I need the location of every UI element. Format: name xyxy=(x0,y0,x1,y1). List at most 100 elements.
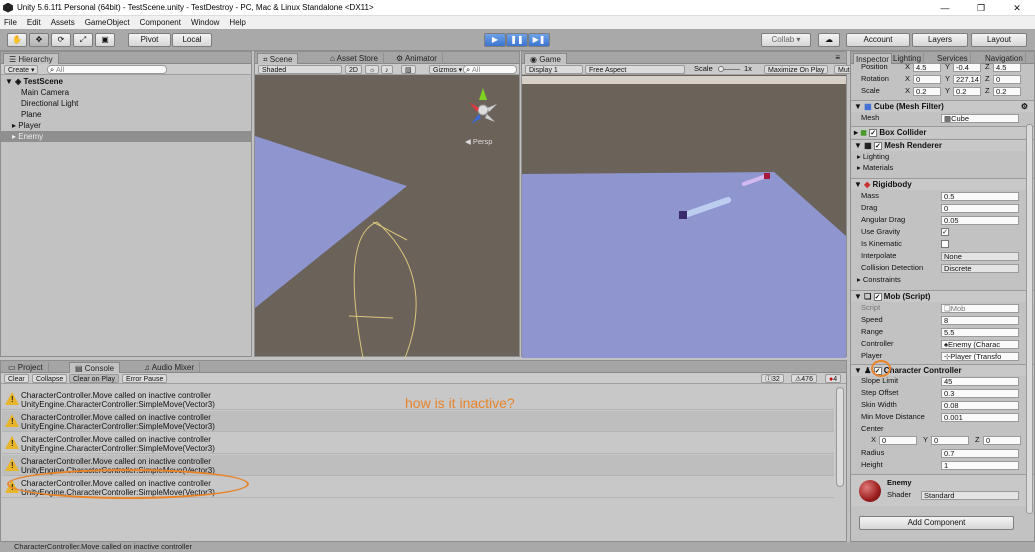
skin-width-field[interactable]: 0.08 xyxy=(941,401,1019,410)
tab-console[interactable]: ▤ Console xyxy=(69,362,121,373)
constraints-foldout[interactable]: ▸ Constraints xyxy=(857,275,901,285)
rotation-y-field[interactable]: 227.14 xyxy=(953,75,981,84)
clear-on-play-toggle[interactable]: Clear on Play xyxy=(69,374,120,383)
mass-field[interactable]: 0.5 xyxy=(941,192,1019,201)
center-x-field[interactable]: 0 xyxy=(879,436,917,445)
clear-button[interactable]: Clear xyxy=(4,374,29,383)
scene-search-input[interactable]: ⌕ All xyxy=(463,65,517,74)
maximize-on-play-toggle[interactable]: Maximize On Play xyxy=(764,65,829,74)
audio-toggle-icon[interactable]: ♪ xyxy=(381,65,393,74)
display-dropdown[interactable]: Display 1 xyxy=(525,65,583,74)
scale-tool-icon[interactable]: ⤢ xyxy=(73,33,93,47)
box-collider-header[interactable]: ▸ ◼ ✓ Box Collider xyxy=(851,126,1034,138)
tab-audio-mixer[interactable]: ♫ Audio Mixer xyxy=(139,362,201,373)
radius-field[interactable]: 0.7 xyxy=(941,449,1019,458)
error-count-toggle[interactable]: ●4 xyxy=(825,374,842,383)
gizmos-dropdown[interactable]: Gizmos ▾ xyxy=(429,65,467,74)
materials-foldout[interactable]: ▸ Materials xyxy=(857,163,893,173)
info-count-toggle[interactable]: ⓘ32 xyxy=(761,374,784,383)
move-tool-icon[interactable]: ✥ xyxy=(29,33,49,47)
rotation-z-field[interactable]: 0 xyxy=(993,75,1021,84)
play-button[interactable]: ▶ xyxy=(484,33,506,47)
range-field[interactable]: 5.5 xyxy=(941,328,1019,337)
mesh-renderer-enabled-checkbox[interactable]: ✓ xyxy=(873,141,882,150)
close-button[interactable]: ✕ xyxy=(999,0,1035,16)
step-button[interactable]: ▶❚ xyxy=(528,33,550,47)
center-y-field[interactable]: 0 xyxy=(931,436,969,445)
warning-count-toggle[interactable]: ⚠476 xyxy=(791,374,817,383)
error-pause-toggle[interactable]: Error Pause xyxy=(122,374,168,383)
rotate-tool-icon[interactable]: ⟳ xyxy=(51,33,71,47)
tab-asset-store[interactable]: ⌂ Asset Store xyxy=(325,53,384,64)
menu-assets[interactable]: Assets xyxy=(51,18,75,27)
shading-mode-dropdown[interactable]: Shaded xyxy=(258,65,342,74)
lighting-foldout[interactable]: ▸ Lighting xyxy=(857,152,889,162)
step-offset-field[interactable]: 0.3 xyxy=(941,389,1019,398)
hierarchy-search-input[interactable]: ⌕ All xyxy=(47,65,167,74)
menu-component[interactable]: Component xyxy=(140,18,181,27)
scale-z-field[interactable]: 0.2 xyxy=(993,87,1021,96)
player-field[interactable]: ⊹Player (Transfo xyxy=(941,352,1019,361)
log-row[interactable]: CharacterController.Move called on inact… xyxy=(2,411,834,432)
interpolate-dropdown[interactable]: None xyxy=(941,252,1019,261)
scale-y-field[interactable]: 0.2 xyxy=(953,87,981,96)
rect-tool-icon[interactable]: ▣ xyxy=(95,33,115,47)
menu-help[interactable]: Help xyxy=(229,18,245,27)
position-x-field[interactable]: 4.5 xyxy=(913,63,941,72)
mesh-field[interactable]: ▦Cube xyxy=(941,114,1019,123)
panel-menu-icon[interactable]: ≡ xyxy=(835,53,840,62)
layers-dropdown[interactable]: Layers xyxy=(912,33,968,47)
collapse-toggle[interactable]: Collapse xyxy=(32,374,68,383)
hierarchy-item-player[interactable]: ▸ Player xyxy=(1,120,251,131)
mesh-filter-header[interactable]: ▼ ▦ Cube (Mesh Filter) ⚙ xyxy=(851,100,1034,112)
drag-field[interactable]: 0 xyxy=(941,204,1019,213)
hierarchy-item-main-camera[interactable]: Main Camera xyxy=(1,87,251,98)
game-viewport[interactable] xyxy=(522,76,846,358)
center-z-field[interactable]: 0 xyxy=(983,436,1021,445)
menu-edit[interactable]: Edit xyxy=(27,18,41,27)
inspector-scrollbar[interactable] xyxy=(1026,124,1033,514)
effects-toggle-icon[interactable]: ▨ xyxy=(401,65,416,74)
rotation-x-field[interactable]: 0 xyxy=(913,75,941,84)
angular-drag-field[interactable]: 0.05 xyxy=(941,216,1019,225)
min-move-distance-field[interactable]: 0.001 xyxy=(941,413,1019,422)
hierarchy-item-enemy[interactable]: ▸ Enemy xyxy=(1,131,251,142)
local-button[interactable]: Local xyxy=(172,33,212,47)
is-kinematic-checkbox[interactable] xyxy=(941,240,949,248)
collab-button[interactable]: Collab ▾ xyxy=(761,33,811,47)
mesh-renderer-header[interactable]: ▼ ▦ ✓ Mesh Renderer xyxy=(851,139,1034,151)
layout-dropdown[interactable]: Layout xyxy=(971,33,1027,47)
mob-script-enabled-checkbox[interactable]: ✓ xyxy=(873,292,882,301)
hierarchy-item-directional-light[interactable]: Directional Light xyxy=(1,98,251,109)
component-settings-icon[interactable]: ⚙ xyxy=(1021,101,1028,112)
create-button[interactable]: Create ▾ xyxy=(4,65,39,74)
cloud-icon[interactable]: ☁ xyxy=(818,33,840,47)
menu-file[interactable]: File xyxy=(4,18,17,27)
scale-slider-thumb[interactable] xyxy=(718,66,724,72)
speed-field[interactable]: 8 xyxy=(941,316,1019,325)
orientation-gizmo[interactable] xyxy=(459,86,503,136)
scale-x-field[interactable]: 0.2 xyxy=(913,87,941,96)
tab-game[interactable]: ◉ Game xyxy=(524,53,567,64)
scene-root[interactable]: ▼ ◈ TestScene xyxy=(1,76,251,87)
position-z-field[interactable]: 4.5 xyxy=(993,63,1021,72)
menu-gameobject[interactable]: GameObject xyxy=(85,18,130,27)
slope-limit-field[interactable]: 45 xyxy=(941,377,1019,386)
menu-window[interactable]: Window xyxy=(191,18,219,27)
rigidbody-header[interactable]: ▼ ◆ Rigidbody xyxy=(851,178,1034,190)
box-collider-enabled-checkbox[interactable]: ✓ xyxy=(869,128,878,137)
aspect-dropdown[interactable]: Free Aspect xyxy=(585,65,685,74)
2d-toggle[interactable]: 2D xyxy=(345,65,362,74)
pivot-button[interactable]: Pivot xyxy=(128,33,171,47)
log-row[interactable]: CharacterController.Move called on inact… xyxy=(2,433,834,454)
use-gravity-checkbox[interactable]: ✓ xyxy=(941,228,949,236)
position-y-field[interactable]: -0.4 xyxy=(953,63,981,72)
account-dropdown[interactable]: Account xyxy=(846,33,910,47)
hierarchy-item-plane[interactable]: Plane xyxy=(1,109,251,120)
tab-scene[interactable]: ⌗ Scene xyxy=(257,53,299,64)
tab-project[interactable]: ▭ Project xyxy=(3,362,49,373)
pause-button[interactable]: ❚❚ xyxy=(506,33,528,47)
maximize-button[interactable]: ❐ xyxy=(963,0,999,16)
console-scrollbar[interactable] xyxy=(836,387,844,487)
hand-tool-icon[interactable]: ✋ xyxy=(7,33,27,47)
